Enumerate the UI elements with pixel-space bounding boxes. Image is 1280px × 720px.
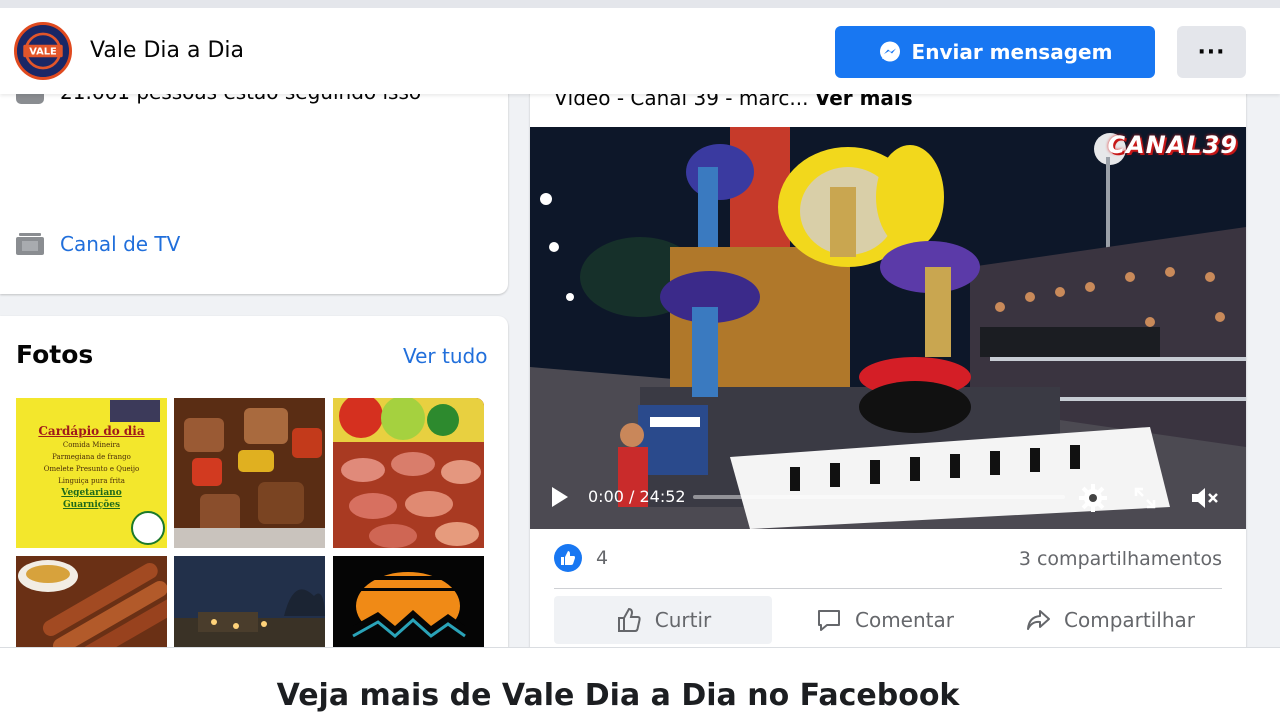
reactions-count: 4: [596, 547, 609, 569]
settings-gear-icon[interactable]: [1078, 483, 1108, 513]
photos-card: Fotos Ver tudo Cardápio do dia Comida Mi…: [0, 316, 508, 656]
category-row: Canal de TV: [16, 232, 180, 256]
photo-skewers[interactable]: [174, 398, 325, 548]
send-message-button[interactable]: Enviar mensagem: [835, 26, 1155, 78]
page-avatar[interactable]: VALE: [14, 22, 72, 80]
photo-logo-sunset[interactable]: [333, 556, 484, 656]
time-current: 0:00: [588, 487, 624, 506]
video-post: Vídeo - Canal 39 - marc... Ver mais CANA…: [530, 60, 1246, 656]
video-progress-bar[interactable]: [693, 495, 1065, 499]
post-actions: Curtir Comentar Compartilhar: [554, 596, 1222, 644]
share-arrow-icon: [1027, 610, 1051, 630]
see-all-photos-link[interactable]: Ver tudo: [403, 344, 487, 368]
page-header: VALE Vale Dia a Dia Enviar mensagem ···: [0, 0, 1280, 94]
like-reaction-icon: [554, 544, 582, 572]
reactions-summary[interactable]: 4: [554, 544, 608, 572]
comment-button[interactable]: Comentar: [772, 596, 997, 644]
share-button[interactable]: Compartilhar: [997, 596, 1222, 644]
video-time: 0:00 / 24:52: [588, 487, 686, 506]
photo-menu[interactable]: Cardápio do dia Comida Mineira Parmegian…: [16, 398, 167, 548]
comment-bubble-icon: [818, 610, 840, 631]
comment-label: Comentar: [855, 608, 954, 632]
category-link[interactable]: Canal de TV: [60, 232, 180, 256]
video-controls: 0:00 / 24:52: [530, 479, 1246, 519]
mute-icon[interactable]: [1190, 485, 1220, 511]
share-label: Compartilhar: [1064, 608, 1195, 632]
tv-icon: [16, 233, 44, 255]
video-frame-carnival-float: [530, 127, 1246, 529]
about-card: 21.661 pessoas estão seguindo isso Canal…: [0, 60, 508, 294]
banner-text: Veja mais de Vale Dia a Dia no Facebook: [276, 678, 960, 713]
shares-count[interactable]: 3 compartilhamentos: [1019, 548, 1222, 570]
like-button[interactable]: Curtir: [554, 596, 772, 644]
fullscreen-icon[interactable]: [1134, 487, 1156, 509]
send-message-label: Enviar mensagem: [911, 40, 1113, 64]
messenger-icon: [879, 41, 900, 62]
photo-sausages[interactable]: [16, 556, 167, 656]
like-label: Curtir: [654, 608, 712, 632]
more-options-button[interactable]: ···: [1177, 26, 1246, 78]
time-total: 24:52: [639, 487, 686, 506]
svg-text:VALE: VALE: [29, 47, 57, 58]
login-banner: Veja mais de Vale Dia a Dia no Facebook: [0, 647, 1280, 720]
menu-flyer-text: Cardápio do dia Comida Mineira Parmegian…: [38, 424, 145, 510]
play-icon[interactable]: [552, 487, 568, 507]
channel-watermark: CANAL39: [1107, 131, 1238, 159]
thumbs-up-icon: [617, 607, 641, 632]
post-divider: [554, 588, 1222, 589]
photo-bacon-rolls[interactable]: [333, 398, 484, 548]
page-title[interactable]: Vale Dia a Dia: [90, 38, 244, 63]
photo-night-street[interactable]: [174, 556, 325, 656]
photos-title: Fotos: [16, 340, 94, 369]
video-player[interactable]: CANAL39 0:00 / 24:52: [530, 127, 1246, 529]
